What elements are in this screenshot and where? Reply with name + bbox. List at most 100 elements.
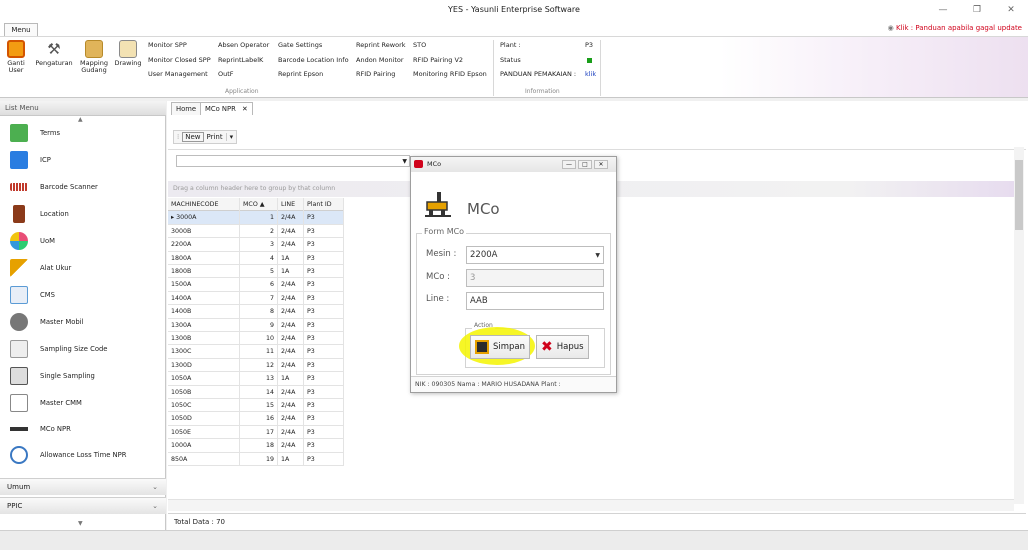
cmd-outf[interactable]: OutF — [218, 70, 234, 78]
table-cell: 11 — [240, 345, 278, 359]
table-row[interactable]: 1000A 18 2/4A P3 — [168, 439, 344, 453]
sidebar-scroll-up-icon[interactable]: ▲ — [78, 116, 83, 123]
user-switch-icon — [7, 40, 25, 58]
table-cell: 1A — [278, 251, 304, 265]
table-row[interactable]: 1800B 5 1A P3 — [168, 265, 344, 279]
horizontal-scrollbar[interactable] — [168, 499, 1014, 511]
table-row[interactable]: ▸ 3000A 1 2/4A P3 — [168, 211, 344, 225]
filter-combobox[interactable]: ▼ — [176, 155, 410, 167]
table-row[interactable]: 1400A 7 2/4A P3 — [168, 291, 344, 306]
sidebar-item-label: UoM — [40, 237, 55, 245]
cmd-user-management[interactable]: User Management — [148, 70, 208, 78]
tab-home[interactable]: Home — [171, 102, 202, 115]
table-cell: P3 — [304, 385, 344, 399]
minimize-icon[interactable]: — — [926, 0, 960, 20]
toolbar — [168, 116, 1026, 150]
cmd-rfid-pairing-v2[interactable]: RFID Pairing V2 — [413, 56, 463, 64]
pengaturan-button[interactable]: ⚒ Pengaturan — [32, 38, 76, 67]
cmd-monitor-spp[interactable]: Monitor SPP — [148, 41, 187, 49]
table-cell: 1A — [278, 265, 304, 278]
table-row[interactable]: 850A 19 1A P3 — [168, 452, 344, 466]
table-row[interactable]: 1050C 15 2/4A P3 — [168, 399, 344, 413]
table-row[interactable]: 1050B 14 2/4A P3 — [168, 385, 344, 399]
sidebar-item-single-sampling[interactable]: Single Sampling — [10, 365, 95, 387]
table-cell: 1050D — [168, 412, 240, 426]
table-row[interactable]: 1500A 6 2/4A P3 — [168, 278, 344, 292]
cmd-sto[interactable]: STO — [413, 41, 426, 49]
sidebar-section-umum[interactable]: Umum ⌄ — [0, 478, 166, 495]
table-cell: 2/4A — [278, 358, 304, 372]
mesin-select[interactable]: 2200A ▼ — [466, 246, 604, 264]
sidebar-item-uom[interactable]: UoM — [10, 230, 55, 252]
sidebar-item-alat-ukur[interactable]: Alat Ukur — [10, 257, 71, 279]
pengaturan-label: Pengaturan — [35, 59, 73, 67]
help-link[interactable]: ◉ Klik : Panduan apabila gagal update — [888, 24, 1022, 32]
sidebar-section-ppic[interactable]: PPIC ⌄ — [0, 497, 166, 514]
cmd-andon-monitor[interactable]: Andon Monitor — [356, 56, 404, 64]
sidebar-item-icp[interactable]: ICP — [10, 149, 51, 171]
vertical-scroll-thumb[interactable] — [1015, 160, 1023, 230]
status-label: Status — [500, 56, 521, 64]
table-row[interactable]: 1300B 10 2/4A P3 — [168, 332, 344, 346]
sidebar-item-cms[interactable]: CMS — [10, 284, 55, 306]
tab-close-icon[interactable]: ✕ — [242, 105, 248, 113]
sidebar-scroll-down-icon[interactable]: ▼ — [78, 520, 83, 527]
cmd-barcode-location-info[interactable]: Barcode Location Info — [278, 56, 349, 64]
sidebar-item-master-cmm[interactable]: Master CMM — [10, 392, 82, 414]
cmd-rfid-pairing[interactable]: RFID Pairing — [356, 70, 395, 78]
sidebar-item-sampling-size-code[interactable]: Sampling Size Code — [10, 338, 108, 360]
mapping-gudang-button[interactable]: Mapping Gudang — [79, 38, 109, 74]
drawing-button[interactable]: Drawing — [113, 38, 143, 67]
cmd-monitoring-rfid-epson[interactable]: Monitoring RFID Epson — [413, 70, 487, 78]
menu-tab[interactable]: Menu — [4, 23, 38, 36]
table-row[interactable]: 1400B 8 2/4A P3 — [168, 305, 344, 319]
table-row[interactable]: 3000B 2 2/4A P3 — [168, 224, 344, 239]
table-row[interactable]: 1300A 9 2/4A P3 — [168, 318, 344, 332]
table-cell: 850A — [168, 452, 240, 466]
close-icon[interactable]: ✕ — [994, 0, 1028, 20]
cmd-absen-operator[interactable]: Absen Operator — [218, 41, 269, 49]
table-cell: ▸ 3000A — [168, 211, 240, 225]
dialog-close-button[interactable]: ✕ — [594, 160, 608, 169]
ganti-user-button[interactable]: Ganti User — [4, 38, 28, 74]
dialog-maximize-button[interactable]: □ — [578, 160, 592, 169]
table-row[interactable]: 1050D 16 2/4A P3 — [168, 412, 344, 426]
car-icon — [10, 313, 28, 331]
barcode-icon — [10, 183, 28, 191]
column-header[interactable]: MCO ▲ — [240, 198, 278, 211]
restore-icon[interactable]: ❐ — [960, 0, 994, 20]
panduan-link[interactable]: klik — [585, 70, 596, 78]
table-row[interactable]: 1050A 13 1A P3 — [168, 372, 344, 386]
table-row[interactable]: 1800A 4 1A P3 — [168, 251, 344, 265]
cmd-reprint-epson[interactable]: Reprint Epson — [278, 70, 323, 78]
line-field[interactable]: AAB — [466, 292, 604, 310]
sidebar-item-allowance-loss-time-npr[interactable]: Allowance Loss Time NPR — [10, 444, 126, 466]
table-row[interactable]: 1300C 11 2/4A P3 — [168, 345, 344, 359]
sidebar-item-master-mobil[interactable]: Master Mobil — [10, 311, 84, 333]
table-cell: P3 — [304, 372, 344, 386]
sidebar-item-barcode-scanner[interactable]: Barcode Scanner — [10, 176, 98, 198]
table-cell: 2/4A — [278, 399, 304, 412]
new-button[interactable]: New — [182, 132, 204, 142]
print-button[interactable]: Print — [204, 133, 226, 141]
ribbon-separator — [600, 40, 601, 96]
sidebar-item-mco-npr[interactable]: MCo NPR — [10, 418, 71, 440]
simpan-button[interactable]: Simpan — [470, 335, 531, 359]
print-dropdown-icon[interactable]: ▾ — [225, 133, 237, 141]
table-row[interactable]: 1300D 12 2/4A P3 — [168, 358, 344, 373]
cmd-monitor-closed-spp[interactable]: Monitor Closed SPP — [148, 56, 211, 64]
cmd-reprint-rework[interactable]: Reprint Rework — [356, 41, 406, 49]
cmd-gate-settings[interactable]: Gate Settings — [278, 41, 322, 49]
dialog-minimize-button[interactable]: — — [562, 160, 576, 169]
column-header[interactable]: Plant ID — [304, 198, 344, 211]
table-row[interactable]: 1050E 17 2/4A P3 — [168, 425, 344, 440]
cmd-reprint-label-k[interactable]: ReprintLabelK — [218, 56, 263, 64]
table-cell: 4 — [240, 251, 278, 265]
tab-mco-npr[interactable]: MCo NPR ✕ — [200, 102, 253, 115]
sidebar-item-terms[interactable]: Terms — [10, 122, 60, 144]
hapus-button[interactable]: ✖ Hapus — [536, 335, 589, 359]
table-row[interactable]: 2200A 3 2/4A P3 — [168, 238, 344, 252]
sidebar-item-location[interactable]: Location — [10, 203, 69, 225]
column-header[interactable]: MACHINECODE — [168, 198, 240, 211]
column-header[interactable]: LINE — [278, 198, 304, 211]
